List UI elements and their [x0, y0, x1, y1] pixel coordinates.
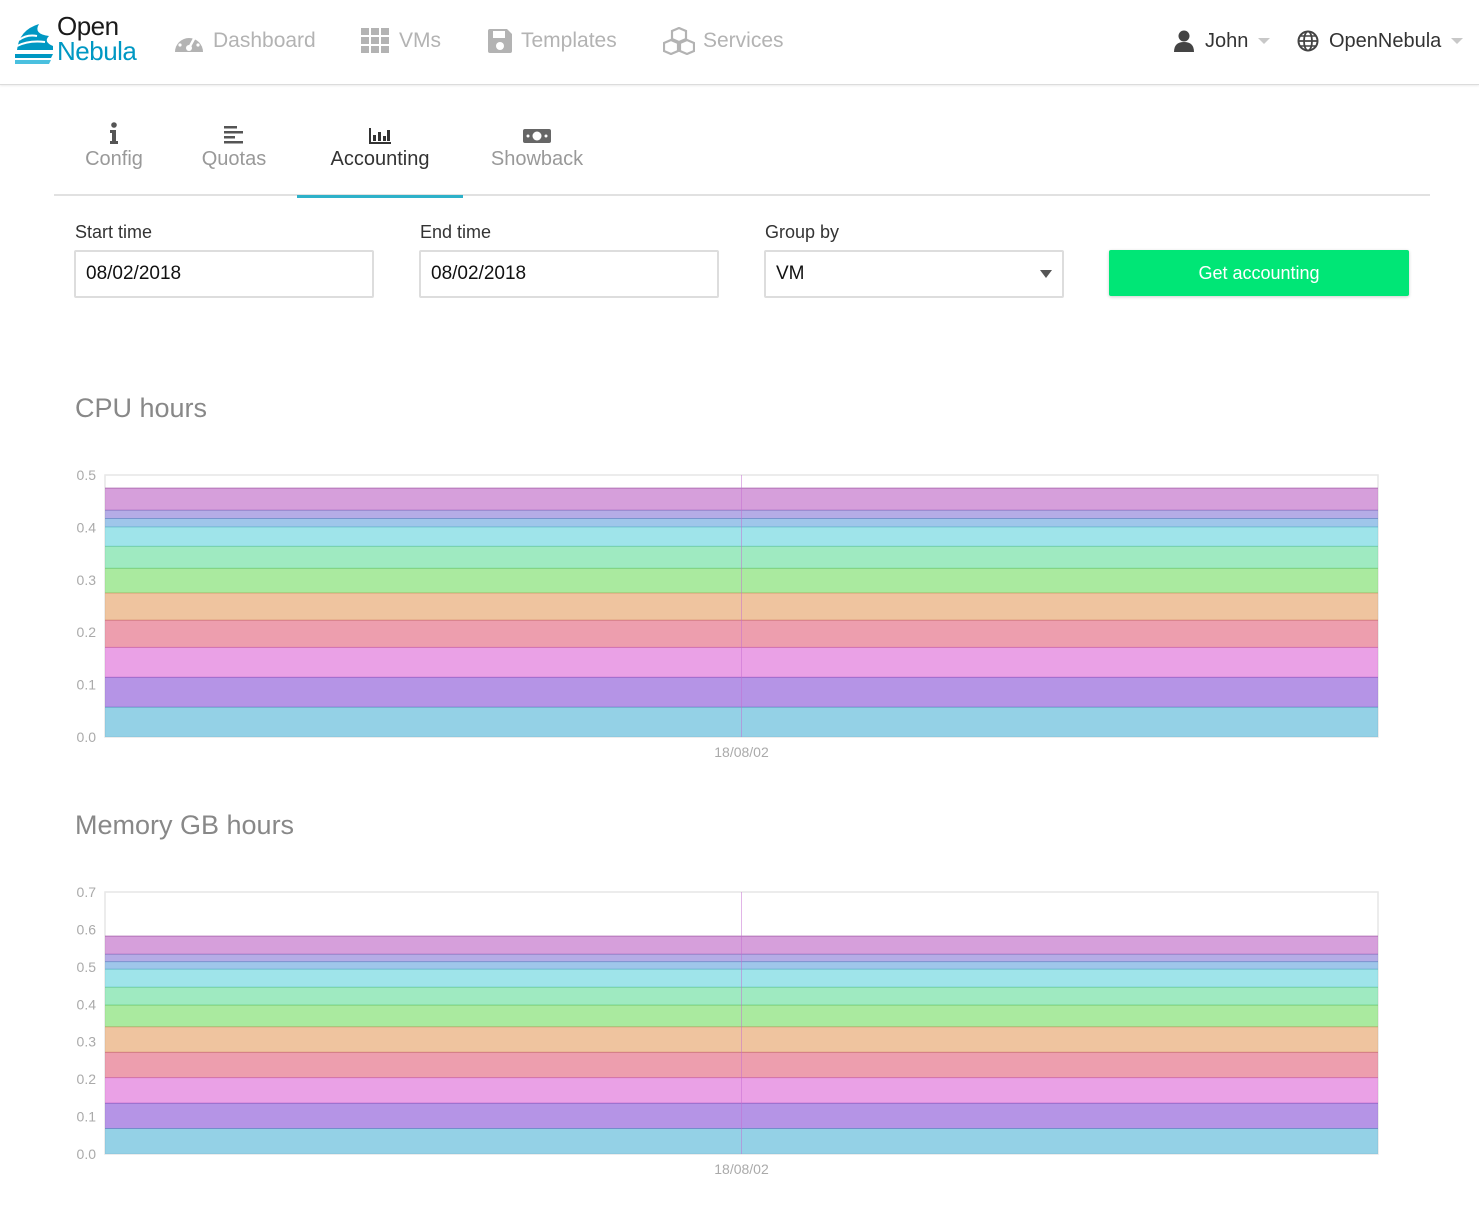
tab-showback-label: Showback	[490, 148, 584, 170]
nav-dashboard[interactable]: Dashboard	[173, 28, 316, 54]
globe-icon	[1297, 30, 1319, 52]
tab-config[interactable]: Config	[72, 120, 156, 196]
money-icon	[523, 129, 551, 143]
zone-menu-label: OpenNebula	[1329, 29, 1442, 52]
top-navbar: Open Nebula Dashboard VMs Templates Serv…	[0, 0, 1479, 85]
cubes-icon	[663, 27, 695, 55]
user-menu-label: John	[1205, 29, 1249, 52]
cpu-chart-title: CPU hours	[75, 393, 208, 423]
y-tick-label: 0.4	[77, 519, 97, 535]
active-tab-indicator	[297, 195, 463, 198]
chevron-down-icon	[1258, 38, 1271, 44]
y-tick-label: 0.0	[77, 1146, 97, 1162]
logo-text-nebula: Nebula	[57, 36, 137, 66]
nav-templates[interactable]: Templates	[487, 28, 617, 54]
cloud-logo-icon	[15, 24, 53, 64]
zone-menu[interactable]: OpenNebula	[1297, 28, 1464, 54]
nav-vms-label: VMs	[399, 29, 441, 52]
tab-quotas[interactable]: Quotas	[190, 120, 278, 196]
tab-accounting-label: Accounting	[330, 148, 430, 170]
tab-accounting[interactable]: Accounting	[297, 120, 463, 198]
bar-chart-icon	[369, 128, 391, 144]
dashboard-icon	[175, 32, 203, 52]
user-icon	[1174, 30, 1194, 52]
x-tick-label: 18/08/02	[714, 744, 769, 760]
y-tick-label: 0.3	[77, 1034, 97, 1050]
y-tick-label: 0.2	[77, 1071, 97, 1087]
get-accounting-button[interactable]: Get accounting	[1109, 250, 1409, 296]
tab-showback[interactable]: Showback	[484, 120, 590, 196]
y-tick-label: 0.5	[77, 467, 97, 483]
nav-dashboard-label: Dashboard	[213, 29, 316, 52]
chevron-down-icon	[1451, 38, 1464, 44]
memory-chart-title: Memory GB hours	[75, 810, 295, 840]
memory-hours-chart-svg: 0.0 0.1 0.2 0.3 0.4 0.5 0.6 0.7 18/08/02	[77, 884, 1379, 1177]
y-tick-label: 0.5	[77, 959, 97, 975]
start-time-input[interactable]: 08/02/2018	[74, 250, 374, 298]
user-menu[interactable]: John	[1173, 28, 1271, 54]
dropdown-arrow-icon	[1040, 270, 1052, 278]
nav-services[interactable]: Services	[663, 27, 784, 55]
x-tick-label: 18/08/02	[714, 1161, 769, 1177]
info-icon	[110, 122, 118, 144]
tab-config-label: Config	[85, 148, 143, 170]
y-tick-label: 0.6	[77, 921, 97, 937]
y-tick-label: 0.0	[77, 729, 97, 745]
cpu-hours-chart: 0.0 0.1 0.2 0.3 0.4 0.5 18/08/02	[0, 460, 1479, 775]
group-by-value: VM	[776, 263, 805, 284]
group-by-label: Group by	[765, 222, 840, 242]
tab-quotas-label: Quotas	[201, 148, 267, 170]
end-time-input[interactable]: 08/02/2018	[419, 250, 719, 298]
opennebula-logo[interactable]: Open Nebula	[13, 13, 158, 70]
memory-hours-chart: 0.0 0.1 0.2 0.3 0.4 0.5 0.6 0.7 18/08/02	[0, 877, 1479, 1192]
y-tick-label: 0.7	[77, 884, 97, 900]
group-by-select[interactable]: VM	[764, 250, 1064, 298]
end-time-label: End time	[420, 222, 492, 242]
align-left-icon	[224, 126, 243, 144]
save-icon	[488, 29, 512, 53]
cpu-hours-chart-svg: 0.0 0.1 0.2 0.3 0.4 0.5 18/08/02	[77, 467, 1379, 760]
y-tick-label: 0.1	[77, 677, 97, 693]
y-tick-label: 0.3	[77, 572, 97, 588]
nav-vms[interactable]: VMs	[361, 28, 441, 54]
y-tick-label: 0.1	[77, 1109, 97, 1125]
settings-tabs: Config Quotas Accounting Showback	[54, 120, 1430, 198]
y-tick-label: 0.2	[77, 624, 97, 640]
nav-services-label: Services	[703, 29, 784, 52]
grid-icon	[361, 28, 389, 53]
y-tick-label: 0.4	[77, 996, 97, 1012]
start-time-label: Start time	[75, 222, 153, 242]
nav-templates-label: Templates	[521, 29, 617, 52]
